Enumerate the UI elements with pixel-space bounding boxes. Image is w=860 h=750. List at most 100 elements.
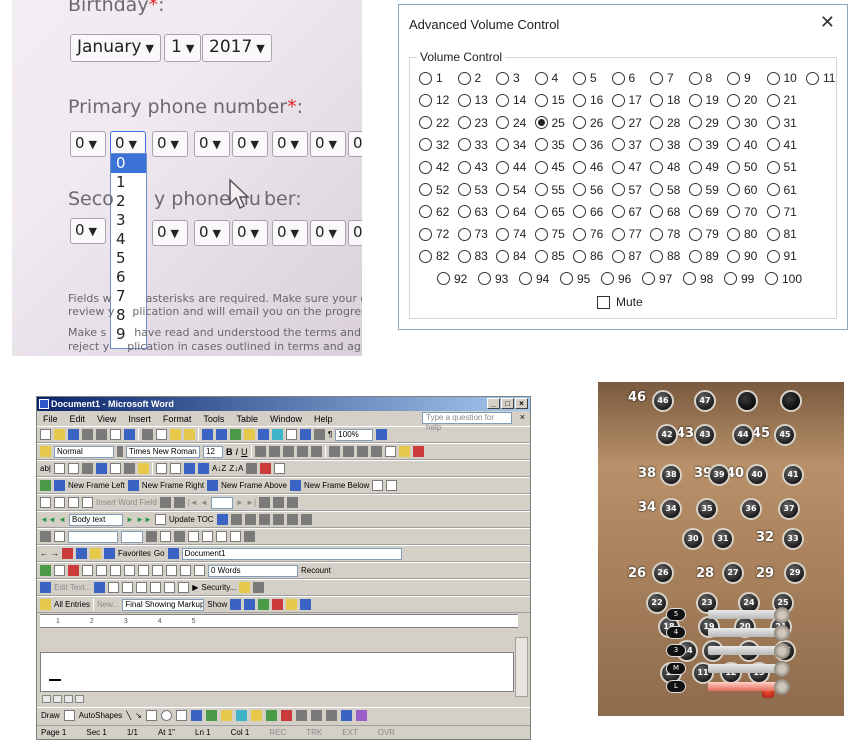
radio-button-icon[interactable]	[766, 183, 780, 196]
draw-menu[interactable]: Draw	[41, 711, 60, 720]
volume-radio-option[interactable]: 18	[650, 93, 689, 107]
button-control-icon[interactable]	[110, 565, 121, 576]
print-preview-icon[interactable]	[110, 429, 121, 440]
paste-icon[interactable]	[170, 429, 181, 440]
radio-button-icon[interactable]	[457, 183, 471, 196]
radio-button-icon[interactable]	[496, 205, 509, 219]
volume-radio-option[interactable]: 14	[496, 93, 535, 107]
volume-radio-option[interactable]: 37	[611, 138, 651, 152]
radio-button-icon[interactable]	[683, 272, 696, 286]
format-wordart-icon[interactable]	[108, 582, 120, 593]
outside-border-icon[interactable]	[384, 446, 396, 457]
volume-radio-option[interactable]: 85	[534, 249, 574, 263]
radio-button-icon[interactable]	[573, 71, 586, 85]
floor-button[interactable]: 36	[740, 498, 762, 520]
radio-button-icon[interactable]	[419, 160, 432, 174]
align-icon[interactable]	[230, 531, 241, 542]
dropdown-option[interactable]: 6	[111, 268, 146, 287]
minimize-button[interactable]: _	[487, 398, 500, 409]
radio-button-icon[interactable]	[419, 227, 432, 241]
volume-radio-option[interactable]: 66	[573, 205, 612, 219]
radio-button-icon[interactable]	[724, 272, 737, 286]
new-frame-right-button[interactable]: New Frame Right	[142, 481, 204, 490]
volume-radio-option[interactable]: 100	[765, 272, 806, 286]
format-painter-icon[interactable]	[184, 429, 195, 440]
radio-button-icon[interactable]	[611, 205, 625, 219]
dash-style-icon[interactable]	[310, 710, 322, 721]
highlight-icon[interactable]	[398, 446, 410, 457]
toggle-control-icon[interactable]	[166, 565, 177, 576]
merge-cells-icon[interactable]	[169, 463, 181, 474]
new-autotext-button[interactable]: New...	[97, 600, 119, 609]
shadow-style-icon[interactable]	[340, 710, 352, 721]
radio-button-icon[interactable]	[650, 160, 663, 174]
justify-icon[interactable]	[296, 446, 308, 457]
undo-icon[interactable]	[202, 429, 213, 440]
volume-radio-option[interactable]: 74	[496, 227, 535, 241]
status-rec[interactable]: REC	[269, 728, 286, 737]
radio-button-icon[interactable]	[534, 93, 548, 107]
volume-radio-option[interactable]: 81	[766, 227, 807, 241]
edit-text-button[interactable]: Edit Text...	[54, 583, 91, 592]
hyperlink-icon[interactable]	[230, 429, 241, 440]
volume-radio-option[interactable]: 1	[419, 71, 458, 85]
same-letter-heights-icon[interactable]	[150, 582, 162, 593]
radio-button-icon[interactable]	[560, 272, 573, 286]
outline-view-button[interactable]	[75, 695, 84, 703]
go-to-toc-icon[interactable]	[216, 514, 228, 525]
insert-picture-icon[interactable]	[235, 710, 247, 721]
word-count-select[interactable]: 0 Words	[208, 564, 298, 577]
menu-file[interactable]: File	[43, 414, 58, 424]
back-icon[interactable]: ←	[40, 549, 48, 558]
listbox-control-icon[interactable]	[138, 565, 149, 576]
zoom-select[interactable]: 100%	[335, 428, 374, 441]
drawing-icon[interactable]	[300, 429, 311, 440]
draw-line-icon[interactable]	[40, 531, 51, 542]
dropdown-option[interactable]: 0	[111, 154, 146, 173]
radio-button-icon[interactable]	[573, 116, 586, 130]
radio-button-icon[interactable]	[573, 160, 586, 174]
floor-button[interactable]: 42	[656, 424, 678, 446]
radio-button-icon[interactable]	[519, 272, 532, 286]
reviewing-pane-icon[interactable]	[300, 599, 312, 610]
autotext-icon[interactable]	[40, 599, 51, 610]
previous-change-icon[interactable]	[230, 599, 242, 610]
radio-button-icon[interactable]	[727, 249, 740, 263]
refresh-icon[interactable]	[76, 548, 87, 559]
arrow-tool-icon[interactable]: ↘	[135, 711, 142, 720]
font-color-icon[interactable]	[280, 710, 292, 721]
volume-radio-option[interactable]: 45	[534, 160, 574, 174]
search-web-icon[interactable]	[104, 548, 115, 559]
radio-button-icon[interactable]	[765, 272, 778, 286]
volume-radio-option[interactable]: 82	[419, 249, 458, 263]
volume-radio-option[interactable]: 39	[688, 138, 728, 152]
radio-button-icon[interactable]	[457, 93, 471, 107]
forward-icon[interactable]: →	[51, 549, 59, 558]
floor-button[interactable]: 29	[784, 562, 806, 584]
insert-excel-icon[interactable]	[272, 429, 283, 440]
radio-button-icon[interactable]	[727, 227, 740, 241]
next-change-icon[interactable]	[244, 599, 256, 610]
line-color-icon[interactable]	[265, 710, 277, 721]
volume-radio-option[interactable]: 47	[611, 160, 651, 174]
floor-button[interactable]: 30	[682, 528, 704, 550]
text-field-icon[interactable]: ab|	[40, 464, 51, 473]
eraser-icon[interactable]	[54, 531, 65, 542]
font-color-icon[interactable]	[412, 446, 424, 457]
volume-radio-option[interactable]: 84	[496, 249, 535, 263]
print-view-button[interactable]	[64, 695, 73, 703]
secondary-digit-select[interactable]: 0 ▼	[310, 220, 346, 246]
radio-button-icon[interactable]	[688, 138, 702, 152]
radio-button-icon[interactable]	[419, 71, 432, 85]
radio-button-icon[interactable]	[766, 227, 780, 241]
volume-radio-option[interactable]: 33	[457, 138, 497, 152]
volume-radio-option[interactable]: 54	[496, 183, 535, 197]
floor-button[interactable]: 3	[666, 644, 686, 657]
primary-digit-select[interactable]: 0 ▼	[70, 131, 106, 157]
volume-radio-option[interactable]: 58	[650, 183, 689, 197]
field-shading-icon[interactable]	[123, 463, 135, 474]
volume-radio-option[interactable]: 57	[611, 183, 651, 197]
document-editing-area[interactable]	[40, 652, 514, 692]
radio-button-icon[interactable]	[611, 116, 625, 130]
radio-button-icon[interactable]	[611, 227, 625, 241]
